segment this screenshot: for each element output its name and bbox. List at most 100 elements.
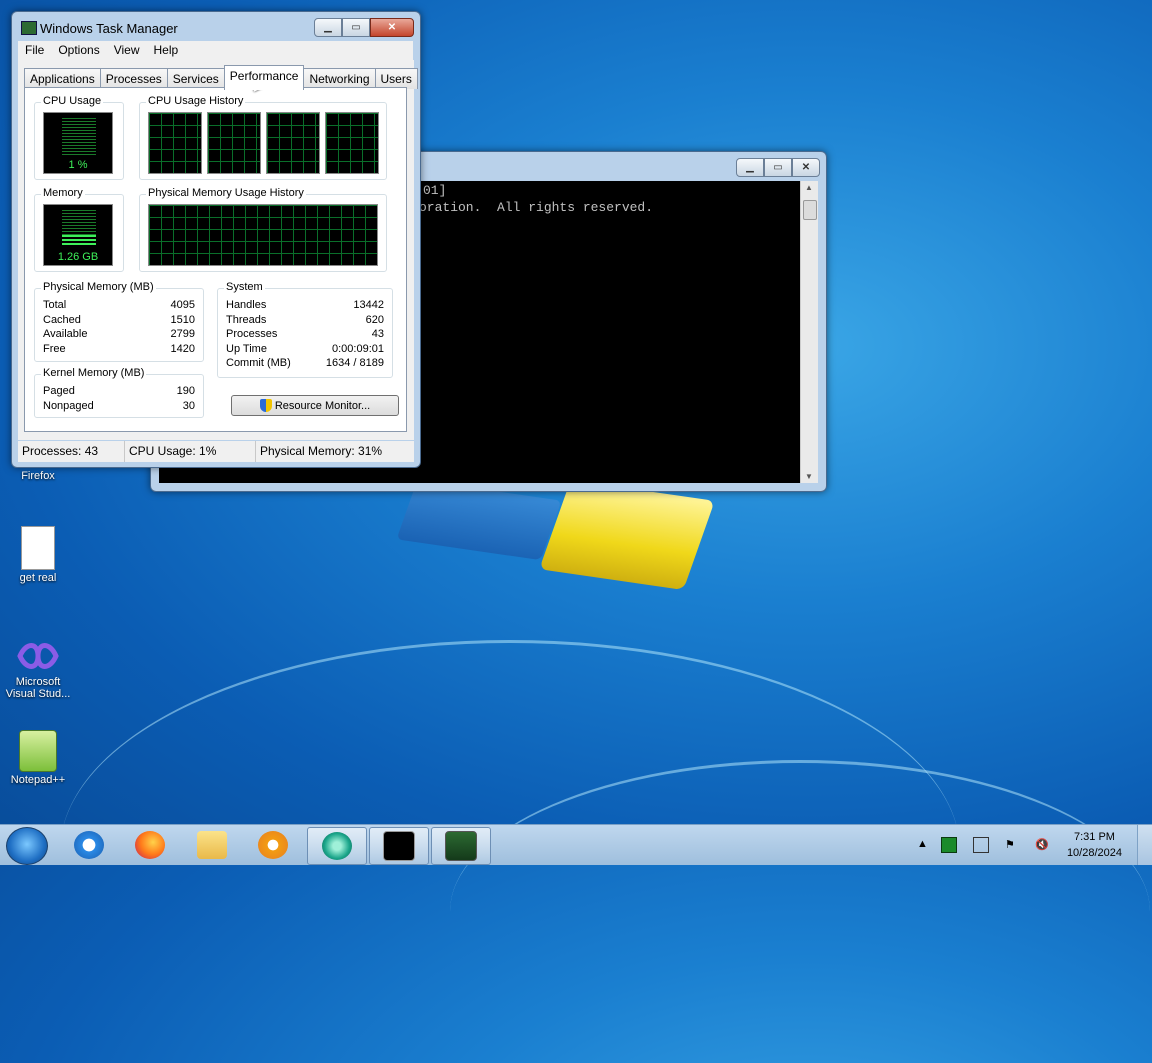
resource-monitor-button[interactable]: Resource Monitor... [231,395,399,416]
stat-value: 1634 / 8189 [325,357,384,369]
taskbar-internet-explorer[interactable] [60,827,118,863]
task-manager-title-bar[interactable]: Windows Task Manager ▁ ▭ ✕ [12,12,420,40]
stat-value: 30 [182,400,195,412]
system-label: System [224,281,265,293]
tab-services[interactable]: Services [166,68,225,89]
stat-row: Total 4095 [43,299,195,311]
desktop-icon-firefox[interactable]: Firefox [0,470,76,482]
stat-name: Processes [226,328,278,340]
cpu-history-graph [148,112,202,174]
desktop-icon-notepad-plus-plus[interactable]: Notepad++ [0,730,76,786]
stat-row: Paged 190 [43,385,195,397]
maximize-button[interactable]: ▭ [342,18,370,37]
show-hidden-icons-icon[interactable]: ▲ [917,838,928,852]
stat-row: Commit (MB) 1634 / 8189 [226,357,384,369]
close-button[interactable]: ✕ [792,158,820,177]
task-manager-icon [445,831,477,861]
system-tray: ▲ ⚑ 🔇 7:31 PM 10/28/2024 [909,825,1122,865]
kernel-memory-group: Kernel Memory (MB) Paged 190 Nonpaged 30 [34,367,204,418]
tab-processes[interactable]: Processes [99,68,168,89]
desktop-swoosh [450,760,1150,1063]
clock[interactable]: 7:31 PM 10/28/2024 [1067,829,1122,861]
status-bar: Processes: 43 CPU Usage: 1% Physical Mem… [18,441,414,462]
uac-shield-icon [259,399,272,412]
task-manager-window[interactable]: Windows Task Manager ▁ ▭ ✕ File Options … [11,11,421,468]
menu-view[interactable]: View [107,41,147,60]
menu-file[interactable]: File [18,41,51,60]
console-scrollbar[interactable]: ▲ ▼ [800,181,818,483]
resource-monitor-label: Resource Monitor... [274,399,371,412]
memory-group: Memory 1.26 GB [34,187,124,272]
stat-row: Nonpaged 30 [43,400,195,412]
taskbar-media-player[interactable] [244,827,302,863]
network-icon[interactable] [972,837,989,853]
internet-explorer-icon [74,831,104,859]
cpu-usage-label: CPU Usage [41,95,104,107]
stat-name: Commit (MB) [226,357,291,369]
stat-row: Threads 620 [226,314,384,326]
kernel-memory-label: Kernel Memory (MB) [41,367,147,379]
stat-name: Available [43,328,88,340]
tab-users[interactable]: Users [374,68,418,89]
status-cpu-usage: CPU Usage: 1% [125,441,256,462]
minimize-button[interactable]: ▁ [736,158,764,177]
close-button[interactable]: ✕ [370,18,414,37]
cpu-history-group: CPU Usage History [139,95,387,180]
stat-name: Cached [43,314,81,326]
action-center-flag-icon[interactable]: ⚑ [1005,838,1019,852]
taskbar-task-manager[interactable] [431,827,491,865]
desktop-icon-label: Microsoft Visual Stud... [5,676,71,700]
task-manager-tray-icon[interactable] [940,837,957,853]
stat-value: 2799 [170,328,195,340]
text-file-icon [21,526,55,570]
system-group: System Handles 13442 Threads 620 Processes… [217,281,393,378]
scroll-up-arrow-icon[interactable]: ▲ [805,183,813,192]
memory-label: Memory [41,187,85,199]
tab-performance[interactable]: Performance [223,65,305,90]
folder-icon [197,831,227,859]
memory-history-label: Physical Memory Usage History [146,187,306,199]
stat-value: 13442 [353,299,384,311]
cpu-history-graph [266,112,320,174]
taskbar-file-explorer[interactable] [183,827,241,863]
status-processes: Processes: 43 [18,441,125,462]
desktop-icon-visual-studio[interactable]: Microsoft Visual Stud... [0,638,76,700]
firefox-icon [135,831,165,859]
physical-memory-label: Physical Memory (MB) [41,281,156,293]
cpu-gauge-bars [62,118,96,156]
stat-row: Free 1420 [43,343,195,355]
menu-help[interactable]: Help [147,41,186,60]
cpu-history-label: CPU Usage History [146,95,246,107]
cpu-usage-value: 1 % [68,159,88,171]
taskbar-command-prompt[interactable] [369,827,429,865]
show-desktop-button[interactable] [1137,825,1152,865]
tab-applications[interactable]: Applications [24,68,101,89]
scroll-down-arrow-icon[interactable]: ▼ [805,472,813,481]
menu-bar: File Options View Help [18,41,413,60]
desktop-icon-get-real[interactable]: get real [0,526,76,584]
stat-value: 620 [365,314,384,326]
window-title: Windows Task Manager [40,21,178,36]
media-player-icon [258,831,288,859]
stat-name: Up Time [226,343,267,355]
minimize-button[interactable]: ▁ [314,18,342,37]
volume-muted-icon[interactable]: 🔇 [1035,838,1049,852]
stat-row: Cached 1510 [43,314,195,326]
taskbar-firefox[interactable] [121,827,179,863]
scrollbar-thumb[interactable] [803,200,817,220]
stat-name: Paged [43,385,75,397]
tab-networking[interactable]: Networking [303,68,376,89]
stat-name: Free [43,343,66,355]
menu-options[interactable]: Options [51,41,106,60]
clock-time: 7:31 PM [1073,831,1115,843]
maximize-button[interactable]: ▭ [764,158,792,177]
start-button[interactable] [6,827,48,865]
stat-name: Threads [226,314,267,326]
memory-gauge-fill [62,235,96,247]
task-manager-body: Applications Processes Services Performa… [18,60,418,440]
status-physical-memory: Physical Memory: 31% [260,444,383,458]
taskbar-app[interactable] [307,827,367,865]
stat-value: 1510 [170,314,195,326]
task-manager-icon [21,21,37,35]
stat-row: Processes 43 [226,328,384,340]
